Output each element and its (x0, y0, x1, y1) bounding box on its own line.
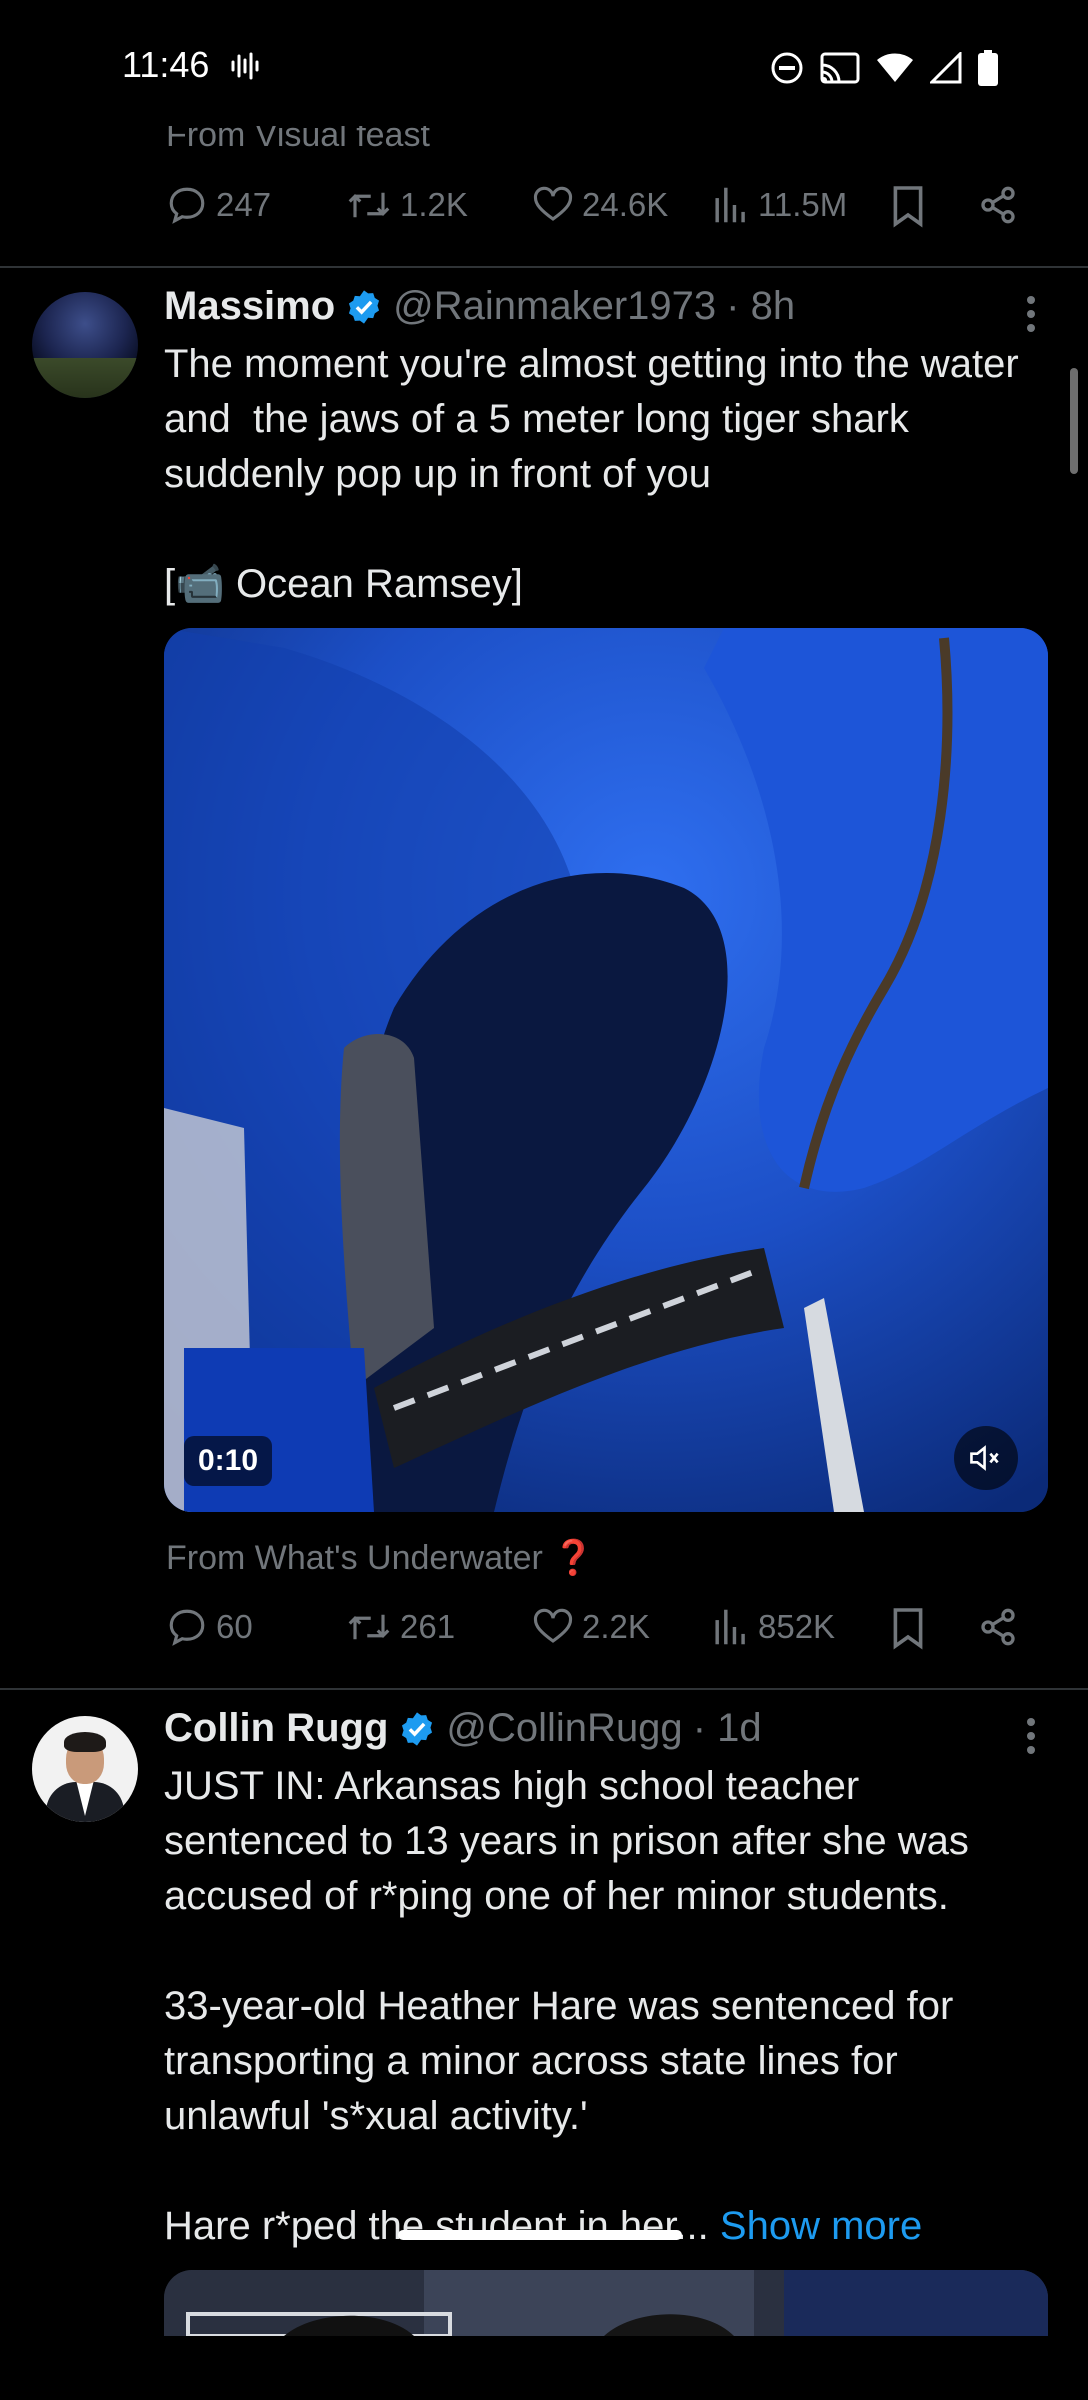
reply-button[interactable]: 247 (166, 184, 271, 226)
reply-icon (169, 187, 205, 224)
repost-count: 261 (400, 1608, 456, 1645)
bookmark-icon (893, 1608, 923, 1650)
reply-icon (169, 1609, 205, 1646)
previous-tweet-actions: 247 1.2K 24.6K 11.5M (166, 184, 1036, 244)
share-button[interactable] (978, 184, 1018, 226)
views-count: 11.5M (758, 186, 848, 223)
tweet-time: · 1d (692, 1706, 762, 1750)
battery-icon (978, 50, 998, 86)
bookmark-button[interactable] (890, 184, 926, 228)
reply-count: 60 (216, 1608, 253, 1645)
repost-button[interactable]: 1.2K (346, 184, 468, 226)
tweet-header: Collin Rugg @CollinRugg · 1d (164, 1706, 762, 1751)
tweet-actions: 60 261 2.2K 852K (166, 1606, 1036, 1666)
avatar-massimo[interactable] (32, 292, 138, 398)
reply-button[interactable]: 60 (166, 1606, 253, 1648)
scrollbar[interactable] (1070, 368, 1078, 474)
cast-icon (820, 52, 860, 84)
cell-signal-icon (930, 52, 962, 84)
views-count: 852K (758, 1608, 836, 1645)
divider (0, 266, 1088, 268)
divider (0, 1688, 1088, 1690)
reply-count: 247 (216, 186, 272, 223)
views-button[interactable]: 852K (712, 1606, 835, 1648)
status-time: 11:46 (122, 44, 210, 85)
mute-toggle-button[interactable] (954, 1426, 1018, 1490)
views-button[interactable]: 11.5M (712, 184, 847, 226)
author-handle[interactable]: @Rainmaker1973 (393, 284, 716, 329)
like-count: 2.2K (582, 1608, 650, 1645)
verified-badge-icon (349, 289, 380, 324)
avatar-collin-rugg[interactable] (32, 1716, 138, 1822)
share-icon (981, 1608, 1015, 1646)
like-count: 24.6K (582, 186, 669, 223)
heart-icon (533, 186, 573, 221)
video-duration: 0:10 (184, 1436, 273, 1486)
more-options-icon[interactable] (1024, 1716, 1038, 1756)
sound-wave-icon (231, 52, 259, 80)
like-button[interactable]: 24.6K (532, 184, 668, 226)
tweet-header: Massimo @Rainmaker1973 · 8h (164, 284, 795, 329)
repost-icon (348, 1614, 390, 1640)
status-bar: 11:46 (0, 0, 1088, 130)
author-name[interactable]: Collin Rugg (164, 1706, 388, 1751)
home-indicator[interactable] (398, 2230, 682, 2240)
author-handle[interactable]: @CollinRugg (446, 1706, 682, 1751)
verified-badge-icon (402, 1711, 433, 1746)
repost-button[interactable]: 261 (346, 1606, 455, 1648)
tweet-text: JUST IN: Arkansas high school teacher se… (164, 1759, 1044, 2254)
tweet-text: The moment you're almost getting into th… (164, 342, 1019, 606)
more-options-icon[interactable] (1024, 294, 1038, 334)
repost-count: 1.2K (400, 186, 468, 223)
analytics-icon (715, 187, 745, 223)
speaker-muted-icon (970, 1445, 999, 1471)
bookmark-button[interactable] (890, 1606, 926, 1650)
analytics-icon (715, 1609, 745, 1645)
video-frame (164, 628, 1048, 1512)
tweet-body: JUST IN: Arkansas high school teacher se… (164, 1764, 969, 2248)
do-not-disturb-icon (771, 52, 803, 84)
like-button[interactable]: 2.2K (532, 1606, 650, 1648)
bottom-area (0, 2336, 1088, 2400)
repost-icon (348, 192, 390, 218)
show-more-link[interactable]: Show more (720, 2204, 922, 2248)
community-from-label[interactable]: From What's Underwater ❓ (166, 1538, 595, 1578)
bookmark-icon (893, 186, 923, 228)
tweet-video[interactable]: 0:10 (164, 628, 1048, 1512)
share-button[interactable] (978, 1606, 1018, 1648)
tweet-image-partial[interactable] (164, 2270, 1048, 2336)
author-name[interactable]: Massimo (164, 284, 335, 329)
image-preview (164, 2270, 1048, 2336)
heart-icon (533, 1608, 573, 1643)
share-icon (981, 186, 1015, 224)
wifi-icon (877, 53, 913, 82)
tweet-time: · 8h (726, 284, 796, 328)
